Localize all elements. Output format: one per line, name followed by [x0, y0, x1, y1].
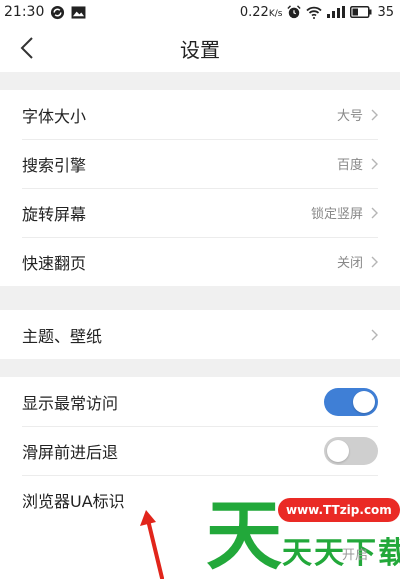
- settings-row-browser-ua[interactable]: 浏览器UA标识: [0, 475, 400, 524]
- chevron-right-icon: [371, 329, 378, 341]
- status-time: 21:30: [4, 4, 45, 20]
- status-bar: 21:30 0.22K/s 35: [0, 0, 400, 24]
- row-label: 主题、壁纸: [22, 326, 103, 346]
- chevron-right-icon: [371, 207, 378, 219]
- signal-icon: [327, 6, 346, 18]
- battery-level: 35: [377, 4, 394, 20]
- row-value: 关闭: [336, 256, 363, 271]
- section-gap: [0, 286, 400, 310]
- row-right: 锁定竖屏: [311, 203, 378, 222]
- status-right: 0.22K/s 35: [240, 5, 394, 20]
- status-left: 21:30: [4, 4, 86, 20]
- settings-row-font-size[interactable]: 字体大小 大号: [0, 90, 400, 139]
- most-visited-toggle[interactable]: [324, 387, 378, 416]
- chevron-right-icon: [371, 256, 378, 268]
- back-button[interactable]: [12, 32, 42, 64]
- toggle-knob: [353, 390, 375, 413]
- toggle-knob: [327, 439, 349, 462]
- section-gap: [0, 359, 400, 377]
- page-title: 设置: [180, 37, 220, 62]
- row-value: 百度: [336, 158, 363, 173]
- settings-row-search-engine[interactable]: 搜索引擎 百度: [0, 139, 400, 188]
- battery-icon: [350, 6, 372, 18]
- row-value: 大号: [336, 109, 363, 124]
- network-speed: 0.22K/s: [240, 5, 283, 20]
- watermark-brand: 天天下载: [282, 536, 400, 571]
- settings-group-general: 字体大小 大号 搜索引擎 百度 旋转屏幕 锁定竖屏 快速翻页 关闭: [0, 90, 400, 286]
- alarm-icon: [287, 5, 302, 19]
- gallery-icon: [71, 5, 86, 19]
- row-right: 关闭: [337, 252, 378, 271]
- row-right: [371, 329, 378, 341]
- network-speed-value: 0.22: [239, 4, 269, 20]
- settings-row-swipe-navigation: 滑屏前进后退: [0, 426, 400, 475]
- settings-row-theme-wallpaper[interactable]: 主题、壁纸: [0, 310, 400, 359]
- settings-row-show-most-visited: 显示最常访问: [0, 377, 400, 426]
- row-right: [324, 387, 378, 416]
- swipe-navigation-toggle[interactable]: [324, 436, 378, 465]
- browser-ua-value: 开启: [342, 548, 369, 563]
- wifi-icon: [306, 6, 323, 19]
- settings-group-theme: 主题、壁纸: [0, 310, 400, 359]
- settings-group-browsing: 显示最常访问 滑屏前进后退 浏览器UA标识: [0, 377, 400, 524]
- row-right: 大号: [337, 105, 378, 124]
- row-label: 显示最常访问: [22, 393, 119, 413]
- chevron-right-icon: [371, 158, 378, 170]
- row-label: 旋转屏幕: [22, 204, 87, 224]
- row-label: 字体大小: [22, 106, 87, 126]
- row-label: 搜索引擎: [22, 155, 87, 175]
- row-right: 百度: [337, 154, 378, 173]
- row-label: 快速翻页: [22, 253, 87, 273]
- settings-row-fast-page-turn[interactable]: 快速翻页 关闭: [0, 237, 400, 286]
- row-label: 浏览器UA标识: [22, 491, 125, 511]
- network-speed-unit: K/s: [268, 8, 283, 19]
- sync-icon: [50, 5, 65, 20]
- chevron-right-icon: [371, 109, 378, 121]
- chevron-left-icon: [20, 37, 34, 59]
- nav-bar: 设置: [0, 24, 400, 72]
- row-right: [324, 436, 378, 465]
- row-label: 滑屏前进后退: [22, 442, 119, 462]
- settings-row-rotate-screen[interactable]: 旋转屏幕 锁定竖屏: [0, 188, 400, 237]
- row-value: 锁定竖屏: [310, 207, 363, 222]
- section-gap: [0, 72, 400, 90]
